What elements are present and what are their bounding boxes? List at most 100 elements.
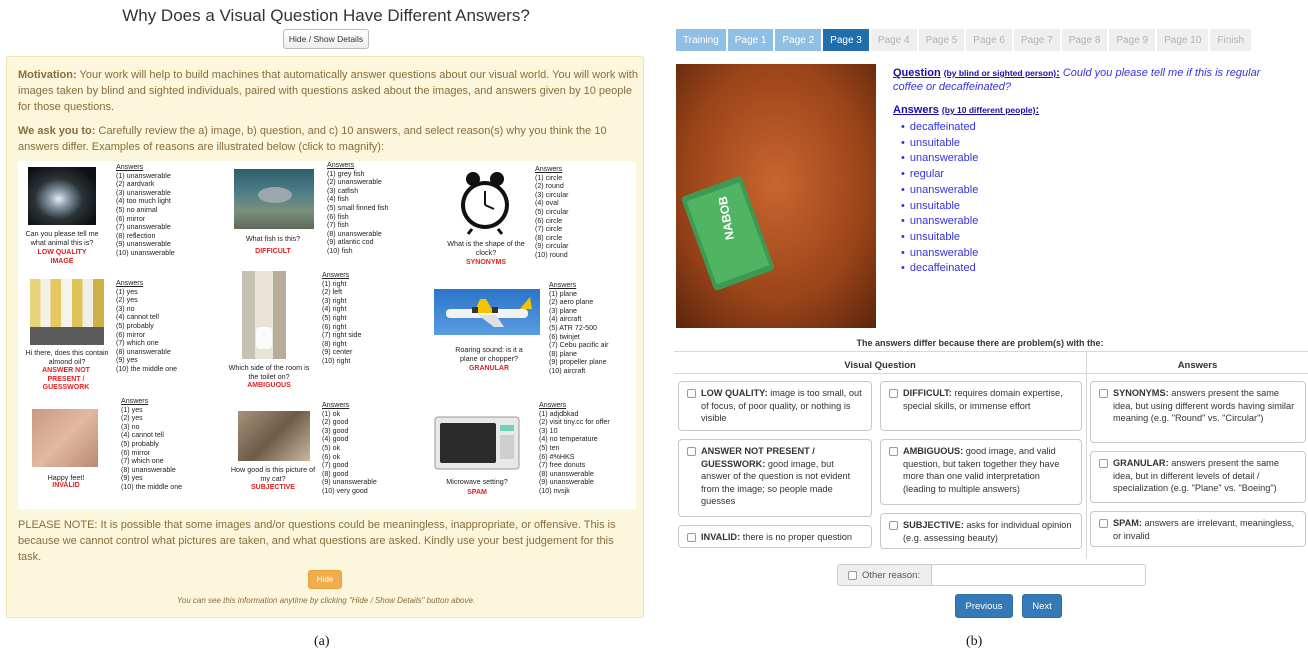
- example-reason: LOW QUALITY IMAGE: [37, 249, 87, 265]
- example-ambiguous[interactable]: Which side of the room is the toilet on?…: [224, 271, 430, 393]
- example-reason: SYNONYMS: [465, 259, 507, 266]
- example-reason: INVALID: [52, 482, 80, 489]
- example-answers: Answers (1) grey fish (2) unanswerable (3)…: [327, 161, 389, 255]
- checkbox-ambiguous[interactable]: [889, 447, 898, 456]
- question-label[interactable]: Question: [893, 67, 941, 79]
- column-answers: Answers: [1177, 360, 1218, 371]
- example-reason: AMBIGUOUS: [247, 382, 291, 389]
- example-reason: GRANULAR: [468, 365, 510, 372]
- example-question: What is the shape of the clock?: [447, 239, 525, 257]
- example-subjective[interactable]: How good is this picture of my cat? SUBJ…: [224, 399, 430, 509]
- example-question: Happy feet!: [47, 473, 85, 482]
- example-answers: Answers (1) plane (2) aero plane (3) plane…: [549, 281, 609, 375]
- ask-text: Carefully review the a) image, b) questi…: [18, 125, 607, 153]
- page-tabs: Training Page 1 Page 2 Page 3 Page 4 Pag…: [676, 29, 1252, 51]
- tab-finish[interactable]: Finish: [1210, 29, 1252, 51]
- example-photo[interactable]: [234, 169, 314, 229]
- reason-spam[interactable]: SPAM: answers are irrelevant, meaningles…: [1090, 511, 1306, 547]
- instruction-paragraph: We ask you to: Carefully review the a) i…: [18, 123, 638, 155]
- reason-ambiguous[interactable]: AMBIGUOUS: good image, and valid questio…: [880, 439, 1082, 505]
- reason-invalid[interactable]: INVALID: there is no proper question: [678, 525, 872, 548]
- reason-low-quality[interactable]: LOW QUALITY: image is too small, out of …: [678, 381, 872, 431]
- example-reason: SPAM: [467, 489, 487, 496]
- list-item: decaffeinated: [901, 120, 978, 136]
- list-item: regular: [901, 167, 978, 183]
- tab-page-4[interactable]: Page 4: [870, 29, 917, 51]
- question-photo: NABOB: [676, 64, 876, 328]
- tab-page-3[interactable]: Page 3: [823, 29, 869, 51]
- example-answer-not-present[interactable]: Hi there, does this contain almond oil? …: [18, 275, 224, 393]
- tab-page-9[interactable]: Page 9: [1109, 29, 1156, 51]
- column-visual-question: Visual Question: [844, 360, 916, 371]
- reason-difficult[interactable]: DIFFICULT: requires domain expertise, sp…: [880, 381, 1082, 431]
- example-answers: Answers (1) right (2) left (3) right (4) ri…: [322, 271, 362, 365]
- example-photo[interactable]: [242, 271, 286, 359]
- next-button[interactable]: Next: [1022, 594, 1062, 618]
- motivation-text: Your work will help to build machines th…: [18, 69, 638, 113]
- example-synonyms[interactable]: What is the shape of the clock? SYNONYMS…: [430, 161, 636, 277]
- answers-label[interactable]: Answers: [893, 104, 939, 116]
- example-photo[interactable]: [30, 279, 104, 345]
- checkbox-invalid[interactable]: [687, 533, 696, 542]
- details-box: Motivation: Your work will help to build…: [6, 56, 644, 618]
- checkbox-low-quality[interactable]: [687, 389, 696, 398]
- clock-icon[interactable]: [458, 169, 512, 235]
- example-photo[interactable]: [32, 409, 98, 467]
- example-answers: Answers (1) adjdbkad (2) visit tiny.cc fo…: [539, 401, 610, 495]
- reason-answer-not-present[interactable]: ANSWER NOT PRESENT / GUESSWORK: good ima…: [678, 439, 872, 517]
- list-item: unanswerable: [901, 214, 979, 230]
- other-reason-input[interactable]: [931, 564, 1146, 586]
- hide-button[interactable]: Hide: [308, 570, 342, 589]
- checkbox-other-reason[interactable]: [848, 571, 857, 580]
- answers-list: decaffeinated unsuitable unanswerable re…: [901, 120, 979, 277]
- example-photo[interactable]: [238, 411, 310, 461]
- other-reason-label[interactable]: Other reason:: [837, 564, 932, 586]
- answers-sub[interactable]: (by 10 different people): [942, 105, 1036, 115]
- checkbox-answer-not-present[interactable]: [687, 447, 696, 456]
- hide-show-details-button[interactable]: Hide / Show Details: [283, 29, 369, 49]
- reason-synonyms[interactable]: SYNONYMS: answers present the same idea,…: [1090, 381, 1306, 443]
- reason-subjective[interactable]: SUBJECTIVE: asks for individual opinion …: [880, 513, 1082, 549]
- checkbox-synonyms[interactable]: [1099, 389, 1108, 398]
- example-low-quality[interactable]: Can you please tell me what animal this …: [18, 161, 224, 277]
- instructions-panel: Why Does a Visual Question Have Differen…: [0, 0, 652, 655]
- example-photo[interactable]: [28, 167, 96, 225]
- example-question: What fish is this?: [245, 234, 301, 243]
- tab-training[interactable]: Training: [676, 29, 726, 51]
- list-item: unanswerable: [901, 246, 979, 262]
- caption-b: (b): [966, 634, 983, 649]
- tab-page-7[interactable]: Page 7: [1013, 29, 1060, 51]
- example-answers: Answers (1) yes (2) yes (3) no (4) cannot t…: [116, 279, 178, 373]
- previous-button[interactable]: Previous: [955, 594, 1013, 618]
- example-difficult[interactable]: What fish is this? DIFFICULT Answers (1)…: [224, 161, 430, 277]
- tab-page-1[interactable]: Page 1: [727, 29, 774, 51]
- example-reason: SUBJECTIVE: [251, 484, 295, 491]
- tab-page-2[interactable]: Page 2: [775, 29, 822, 51]
- microwave-icon[interactable]: [434, 413, 520, 473]
- table-column-divider: [1086, 351, 1087, 559]
- checkbox-difficult[interactable]: [889, 389, 898, 398]
- tab-page-5[interactable]: Page 5: [918, 29, 965, 51]
- tab-page-10[interactable]: Page 10: [1157, 29, 1209, 51]
- question-sub[interactable]: (by blind or sighted person): [944, 68, 1056, 78]
- tab-page-6[interactable]: Page 6: [966, 29, 1012, 51]
- example-question: How good is this picture of my cat?: [230, 465, 316, 483]
- task-panel: Training Page 1 Page 2 Page 3 Page 4 Pag…: [652, 0, 1308, 655]
- example-granular[interactable]: Roaring sound: is it a plane or chopper?…: [430, 279, 636, 397]
- tab-page-8[interactable]: Page 8: [1061, 29, 1108, 51]
- motivation-label: Motivation:: [18, 69, 77, 81]
- example-spam[interactable]: Microwave setting? SPAM Answers (1) adjd…: [430, 401, 636, 509]
- ask-label: We ask you to:: [18, 125, 96, 137]
- checkbox-spam[interactable]: [1099, 519, 1108, 528]
- example-invalid[interactable]: Happy feet! INVALID Answers (1) yes (2) y…: [18, 393, 224, 509]
- airplane-icon[interactable]: [434, 289, 540, 335]
- answers-heading: Answers (by 10 different people):: [893, 104, 1040, 116]
- reason-granular[interactable]: GRANULAR: answers present the same idea,…: [1090, 451, 1306, 503]
- checkbox-granular[interactable]: [1099, 459, 1108, 468]
- example-answers: Answers (1) unanswerable (2) aardvark (3) …: [116, 163, 175, 257]
- checkbox-subjective[interactable]: [889, 521, 898, 530]
- table-border-header: [674, 373, 1308, 374]
- list-item: unanswerable: [901, 151, 979, 167]
- example-question: Hi there, does this contain almond oil?: [25, 348, 109, 366]
- question-block: Question (by blind or sighted person): C…: [893, 67, 1261, 93]
